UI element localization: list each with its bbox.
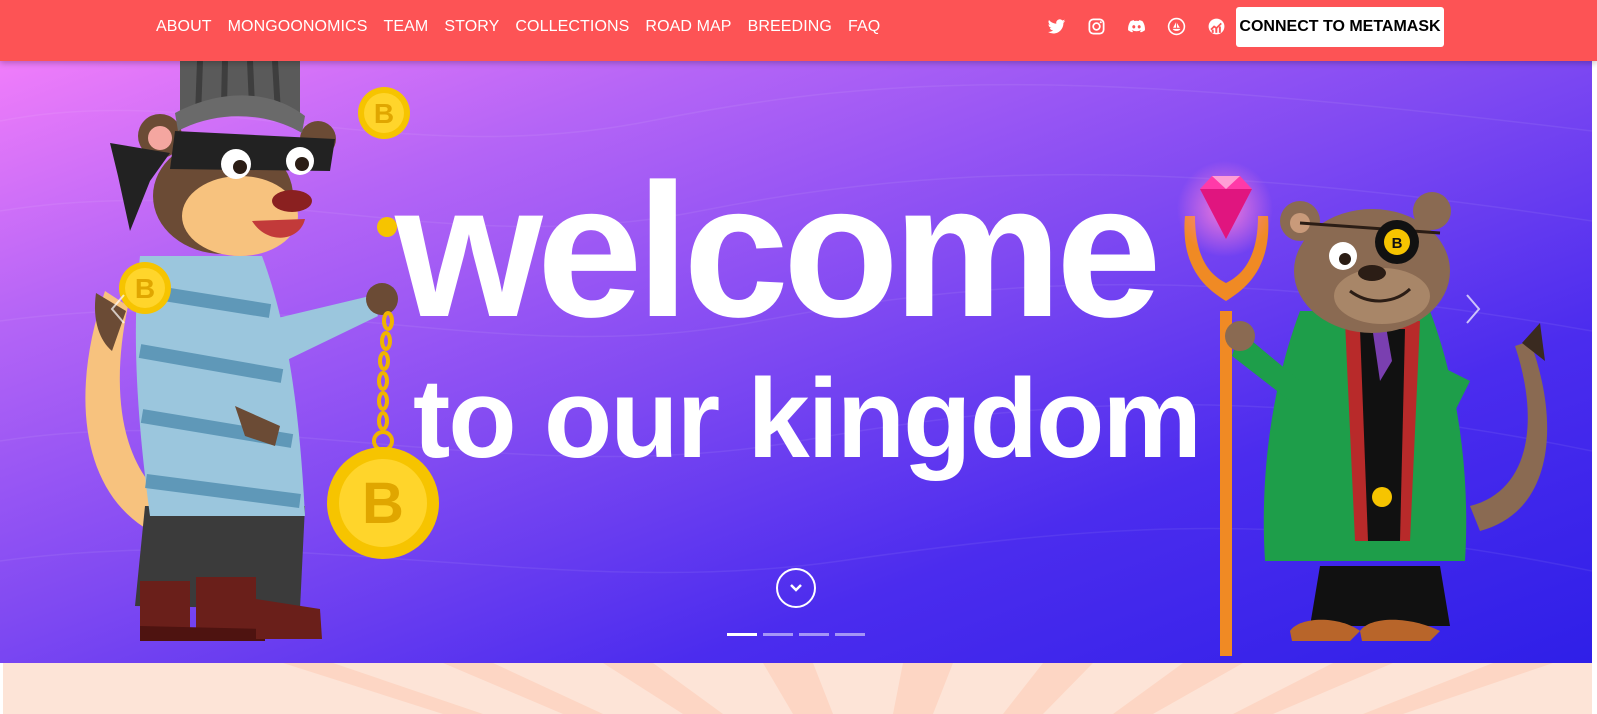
hero-carousel: B B B B welcome to our kingdom bbox=[0, 61, 1592, 663]
hero-subtitle: to our kingdom bbox=[413, 356, 1202, 481]
carousel-indicator-4[interactable] bbox=[835, 633, 865, 636]
scroll-down-button[interactable] bbox=[776, 568, 816, 608]
next-section bbox=[3, 663, 1592, 714]
nav-link-faq[interactable]: FAQ bbox=[848, 18, 880, 36]
nav-link-road-map[interactable]: ROAD MAP bbox=[645, 18, 731, 36]
hero-title: welcome bbox=[395, 145, 1162, 357]
nav-link-collections[interactable]: COLLECTIONS bbox=[515, 18, 629, 36]
instagram-icon[interactable] bbox=[1084, 14, 1108, 38]
carousel-prev-button[interactable] bbox=[106, 289, 130, 329]
carousel-indicator-1[interactable] bbox=[727, 633, 757, 636]
nav-link-story[interactable]: STORY bbox=[444, 18, 499, 36]
svg-text:B: B bbox=[362, 471, 404, 536]
stats-chart-icon[interactable] bbox=[1204, 14, 1228, 38]
chevron-left-icon bbox=[110, 294, 125, 324]
social-links bbox=[1044, 14, 1244, 38]
svg-text:B: B bbox=[374, 98, 394, 129]
page-edge bbox=[1592, 61, 1597, 663]
sunburst-background bbox=[283, 663, 1553, 714]
connect-metamask-button[interactable]: CONNECT TO METAMASK bbox=[1236, 7, 1444, 47]
pirate-mongoose-illustration: B bbox=[1225, 192, 1548, 641]
discord-icon[interactable] bbox=[1124, 14, 1148, 38]
carousel-next-button[interactable] bbox=[1461, 289, 1485, 329]
carousel-indicators bbox=[727, 633, 871, 636]
nav-link-team[interactable]: TEAM bbox=[384, 18, 429, 36]
carousel-indicator-2[interactable] bbox=[763, 633, 793, 636]
carousel-indicator-3[interactable] bbox=[799, 633, 829, 636]
chevron-right-icon bbox=[1466, 294, 1481, 324]
nav-link-mongoonomics[interactable]: MONGOONOMICS bbox=[228, 18, 368, 36]
thief-mongoose-illustration bbox=[85, 61, 398, 641]
nav-links: ABOUT MONGOONOMICS TEAM STORY COLLECTION… bbox=[156, 0, 896, 54]
nav-link-breeding[interactable]: BREEDING bbox=[748, 18, 832, 36]
svg-text:B: B bbox=[135, 273, 155, 304]
top-navbar: ABOUT MONGOONOMICS TEAM STORY COLLECTION… bbox=[0, 0, 1597, 61]
chevron-down-icon bbox=[790, 584, 802, 592]
twitter-icon[interactable] bbox=[1044, 14, 1068, 38]
svg-text:B: B bbox=[1392, 235, 1403, 252]
nav-link-about[interactable]: ABOUT bbox=[156, 18, 212, 36]
opensea-icon[interactable] bbox=[1164, 14, 1188, 38]
